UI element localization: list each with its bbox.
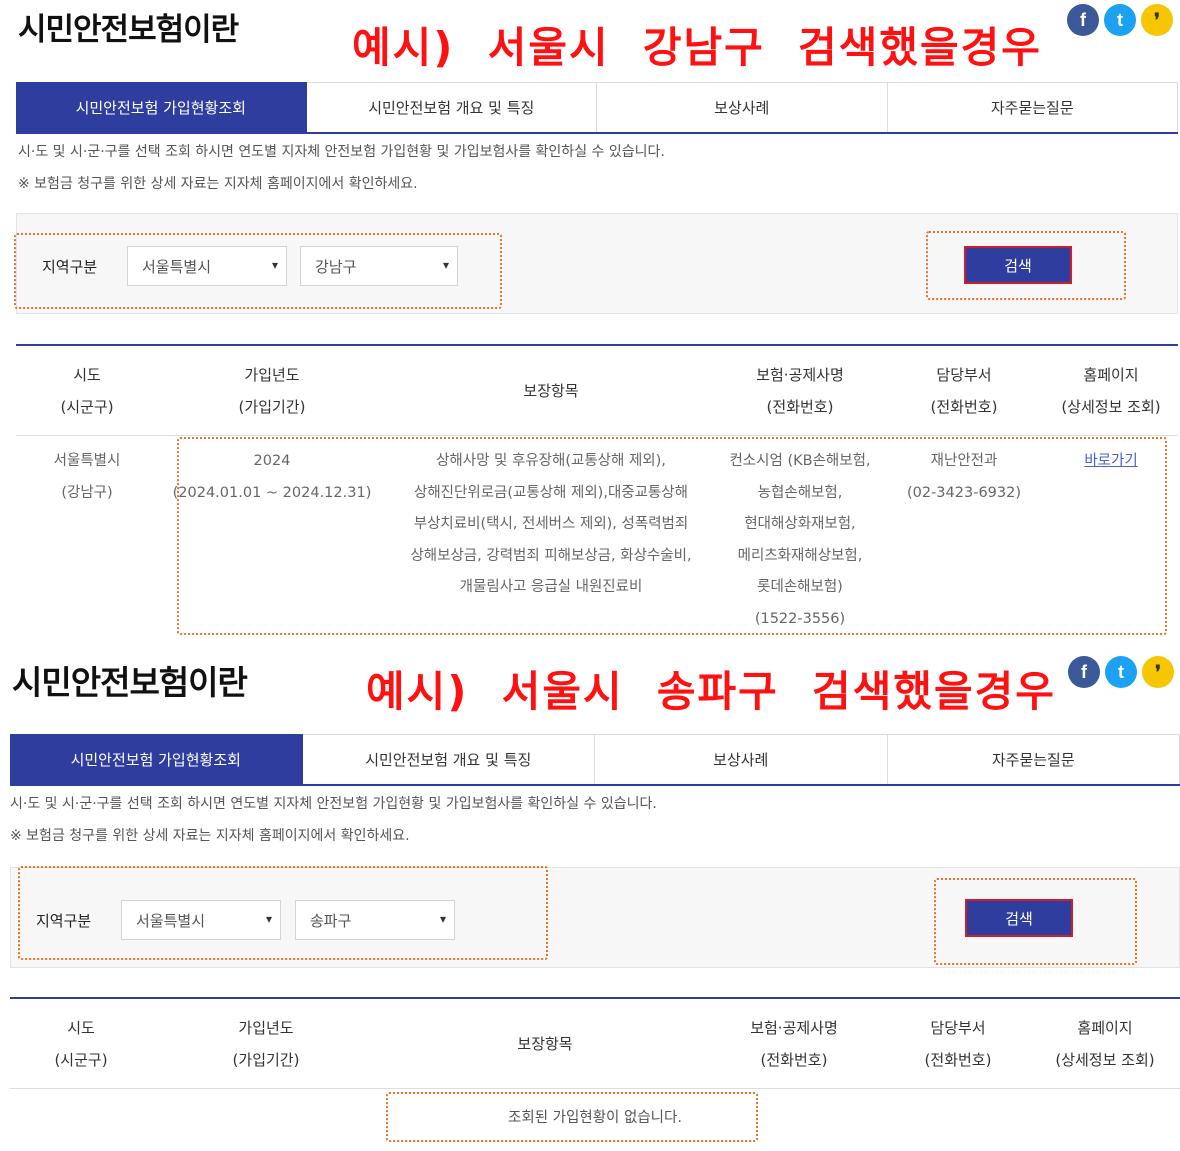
description-note: ※ 보험금 청구를 위한 상세 자료는 지자체 홈페이지에서 확인하세요.: [10, 828, 410, 844]
tab-compensation-cases[interactable]: 보상사례: [597, 82, 888, 132]
cell-region: 서울특별시 (강남구): [53, 453, 121, 501]
cell-coverage: 상해사망 및 후유장해(교통상해 제외), 상해진단위로금(교통상해 제외),대중…: [410, 453, 692, 596]
header-region: 시도 (시군구): [60, 365, 114, 416]
cell-homepage: 바로가기: [1044, 446, 1178, 636]
tab-bar: 시민안전보험 가입현황조회 시민안전보험 개요 및 특징 보상사례 자주묻는질문: [16, 82, 1178, 134]
table-row: 서울특별시 (강남구) 2024 (2024.01.01 ~ 2024.12.31)…: [16, 436, 1178, 636]
tab-overview[interactable]: 시민안전보험 개요 및 특징: [306, 82, 597, 132]
chevron-down-icon: ▾: [265, 912, 272, 926]
results-table: 시도 (시군구) 가입년도 (가입기간) 보장항목 보험·공제사명 (전화번호) 담당…: [10, 997, 1180, 1143]
region-label: 지역구분: [42, 258, 98, 276]
header-region: 시도 (시군구): [54, 1018, 108, 1069]
social-share-bar: f t ❜: [1068, 656, 1174, 688]
page-title: 시민안전보험이란: [12, 663, 248, 702]
header-insurer: 보험·공제사명 (전화번호): [756, 365, 844, 416]
tab-faq[interactable]: 자주묻는질문: [887, 734, 1180, 784]
table-header: 시도 (시군구) 가입년도 (가입기간) 보장항목 보험·공제사명 (전화번호) 담당…: [16, 346, 1178, 436]
empty-result-message: 조회된 가입현황이 없습니다.: [508, 1109, 682, 1126]
description-line: 시·도 및 시·군·구를 선택 조회 하시면 연도별 지자체 안전보험 가입현황…: [18, 144, 665, 160]
description: 시·도 및 시·군·구를 선택 조회 하시면 연도별 지자체 안전보험 가입현황…: [18, 136, 665, 200]
tab-bar: 시민안전보험 가입현황조회 시민안전보험 개요 및 특징 보상사례 자주묻는질문: [10, 734, 1180, 786]
header-coverage: 보장항목: [517, 1034, 573, 1053]
cell-year: 2024 (2024.01.01 ~ 2024.12.31): [172, 453, 372, 501]
cell-insurer: 컨소시엄 (KB손해보험, 농협손해보험, 현대해상화재보험, 메리츠화재해상보험, 롯…: [729, 453, 871, 627]
twitter-icon[interactable]: t: [1104, 4, 1136, 36]
chevron-down-icon: ▾: [439, 912, 446, 926]
search-button[interactable]: 검색: [965, 899, 1073, 937]
kakaostory-icon[interactable]: ❜: [1141, 4, 1173, 36]
tab-enrollment-status[interactable]: 시민안전보험 가입현황조회: [16, 82, 307, 132]
social-share-bar: f t ❜: [1067, 4, 1173, 36]
chevron-down-icon: ▾: [271, 258, 278, 272]
sigungu-select-value: 송파구: [310, 911, 352, 930]
sido-select[interactable]: 서울특별시 ▾: [121, 900, 281, 940]
example-caption: 예시) 서울시 송파구 검색했을경우: [366, 667, 1056, 716]
tab-compensation-cases[interactable]: 보상사례: [595, 734, 888, 784]
header-department: 담당부서 (전화번호): [924, 1018, 992, 1069]
sigungu-select[interactable]: 송파구 ▾: [295, 900, 455, 940]
chevron-down-icon: ▾: [442, 258, 449, 272]
header-year: 가입년도 (가입기간): [238, 365, 306, 416]
facebook-icon[interactable]: f: [1068, 656, 1100, 688]
homepage-link[interactable]: 바로가기: [1084, 453, 1137, 469]
sido-select[interactable]: 서울특별시 ▾: [127, 246, 287, 286]
header-year: 가입년도 (가입기간): [232, 1018, 300, 1069]
region-label: 지역구분: [36, 912, 92, 930]
kakaostory-icon[interactable]: ❜: [1142, 656, 1174, 688]
cell-department: 재난안전과 (02-3423-6932): [906, 453, 1022, 501]
header-homepage: 홈페이지 (상세정보 조회): [1061, 365, 1161, 416]
description-line: 시·도 및 시·군·구를 선택 조회 하시면 연도별 지자체 안전보험 가입현황…: [10, 796, 657, 812]
sido-select-value: 서울특별시: [142, 257, 212, 276]
search-box: 지역구분 서울특별시 ▾ 강남구 ▾ 검색: [16, 213, 1178, 314]
header-insurer: 보험·공제사명 (전화번호): [750, 1018, 838, 1069]
facebook-icon[interactable]: f: [1067, 4, 1099, 36]
tab-faq[interactable]: 자주묻는질문: [887, 82, 1178, 132]
sigungu-select-value: 강남구: [315, 257, 357, 276]
table-header: 시도 (시군구) 가입년도 (가입기간) 보장항목 보험·공제사명 (전화번호) 담당…: [10, 999, 1180, 1089]
page-title: 시민안전보험이란: [18, 12, 239, 48]
sido-select-value: 서울특별시: [136, 911, 206, 930]
twitter-icon[interactable]: t: [1105, 656, 1137, 688]
header-homepage: 홈페이지 (상세정보 조회): [1055, 1018, 1155, 1069]
screenshot-panel-songpa: 시민안전보험이란 예시) 서울시 송파구 검색했을경우 f t ❜ 시민안전보험…: [0, 650, 1180, 1151]
header-coverage: 보장항목: [523, 381, 579, 400]
results-table: 시도 (시군구) 가입년도 (가입기간) 보장항목 보험·공제사명 (전화번호) 담당…: [16, 344, 1178, 636]
description-note: ※ 보험금 청구를 위한 상세 자료는 지자체 홈페이지에서 확인하세요.: [18, 176, 418, 192]
header-department: 담당부서 (전화번호): [930, 365, 998, 416]
sigungu-select[interactable]: 강남구 ▾: [300, 246, 458, 286]
tab-enrollment-status[interactable]: 시민안전보험 가입현황조회: [10, 734, 303, 784]
example-caption: 예시) 서울시 강남구 검색했을경우: [352, 23, 1042, 72]
tab-overview[interactable]: 시민안전보험 개요 및 특징: [302, 734, 595, 784]
description: 시·도 및 시·군·구를 선택 조회 하시면 연도별 지자체 안전보험 가입현황…: [10, 788, 657, 852]
search-button[interactable]: 검색: [964, 246, 1072, 284]
screenshot-panel-gangnam: 시민안전보험이란 예시) 서울시 강남구 검색했을경우 f t ❜ 시민안전보험…: [0, 0, 1180, 648]
search-box: 지역구분 서울특별시 ▾ 송파구 ▾ 검색: [10, 867, 1180, 968]
